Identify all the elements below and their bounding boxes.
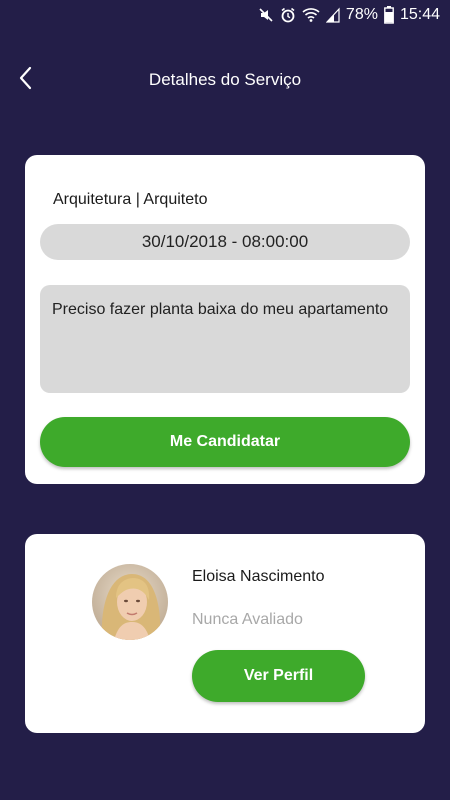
apply-button[interactable]: Me Candidatar xyxy=(40,417,410,467)
status-bar: 78% 15:44 xyxy=(0,0,450,32)
wifi-icon xyxy=(302,7,320,23)
view-profile-button[interactable]: Ver Perfil xyxy=(192,650,365,702)
service-category: Arquitetura | Arquiteto xyxy=(53,191,208,208)
service-card: Arquitetura | Arquiteto 30/10/2018 - 08:… xyxy=(25,155,425,484)
battery-icon xyxy=(384,6,394,24)
profile-rating: Nunca Avaliado xyxy=(192,611,303,628)
signal-icon xyxy=(325,7,340,23)
service-datetime: 30/10/2018 - 08:00:00 xyxy=(40,224,410,260)
app-bar: Detalhes do Serviço xyxy=(0,56,450,104)
page-title: Detalhes do Serviço xyxy=(148,70,302,89)
service-description: Preciso fazer planta baixa do meu aparta… xyxy=(40,285,410,393)
avatar xyxy=(92,564,168,640)
battery-percent: 78% xyxy=(345,6,378,23)
status-icons: 78% 15:44 xyxy=(258,6,440,24)
profile-name: Eloisa Nascimento xyxy=(192,568,325,585)
profile-card: Eloisa Nascimento Nunca Avaliado Ver Per… xyxy=(25,534,425,733)
clock-time: 15:44 xyxy=(399,6,440,23)
alarm-icon xyxy=(280,7,296,23)
mute-icon xyxy=(258,7,274,23)
